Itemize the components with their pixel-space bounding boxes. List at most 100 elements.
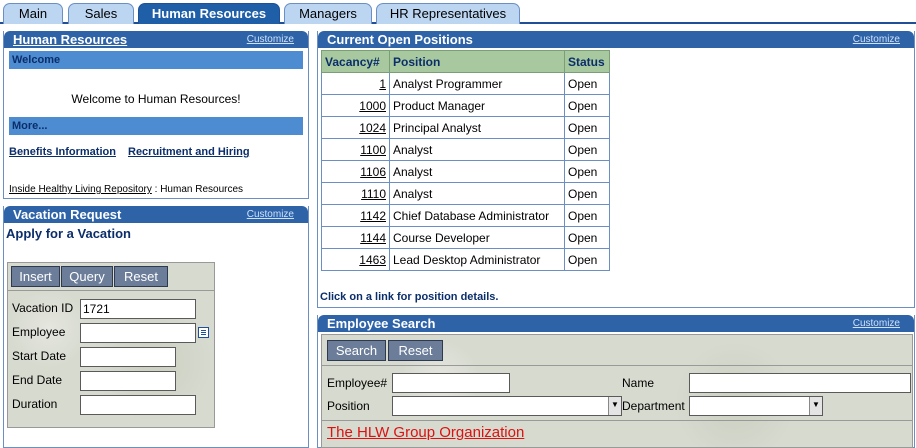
vacation-portlet: Vacation Request Customize Apply for a V… — [3, 206, 309, 448]
table-row: 1144 Course Developer Open — [321, 226, 610, 249]
employee-no-input[interactable] — [392, 373, 510, 393]
hr-customize-link[interactable]: Customize — [247, 34, 294, 46]
position-cell: Lead Desktop Administrator — [389, 248, 565, 271]
status-cell: Open — [564, 138, 610, 161]
query-button[interactable]: Query — [61, 266, 113, 287]
status-cell: Open — [564, 94, 610, 117]
vacancy-link[interactable]: 1024 — [321, 116, 390, 139]
vacancy-link[interactable]: 1144 — [321, 226, 390, 249]
tab-main[interactable]: Main — [3, 3, 63, 24]
welcome-bar: Welcome — [9, 51, 303, 69]
vacation-form: Insert Query Reset Vacation ID 1721 Empl… — [7, 262, 215, 428]
positions-portlet-header: Current Open Positions Customize — [318, 31, 914, 48]
hr-portlet-title[interactable]: Human Resources — [13, 31, 127, 48]
status-cell: Open — [564, 72, 610, 95]
positions-note: Click on a link for position details. — [320, 291, 499, 303]
employee-input[interactable] — [80, 323, 196, 343]
search-portlet-title: Employee Search — [327, 316, 436, 331]
breadcrumb-link[interactable]: Inside Healthy Living Repository — [9, 184, 152, 195]
position-cell: Product Manager — [389, 94, 565, 117]
positions-table: Vacancy# Position Status 1 Analyst Progr… — [321, 50, 610, 271]
duration-input[interactable] — [80, 395, 196, 415]
list-picker-icon[interactable] — [198, 327, 209, 338]
more-bar: More... — [9, 117, 303, 135]
chevron-down-icon[interactable]: ▼ — [608, 397, 621, 415]
employee-label: Employee — [12, 325, 66, 339]
status-cell: Open — [564, 204, 610, 227]
position-cell: Course Developer — [389, 226, 565, 249]
tab-sales[interactable]: Sales — [68, 3, 134, 24]
vacancy-link[interactable]: 1463 — [321, 248, 390, 271]
position-cell: Analyst — [389, 182, 565, 205]
recruitment-link[interactable]: Recruitment and Hiring — [128, 146, 250, 158]
positions-portlet: Current Open Positions Customize Vacancy… — [317, 31, 915, 308]
name-label: Name — [622, 376, 655, 390]
vacancy-link[interactable]: 1000 — [321, 94, 390, 117]
status-cell: Open — [564, 160, 610, 183]
search-footer-divider — [322, 420, 912, 421]
positions-customize-link[interactable]: Customize — [853, 34, 900, 46]
tab-hr-representatives[interactable]: HR Representatives — [376, 3, 520, 24]
position-cell: Analyst — [389, 138, 565, 161]
header-status: Status — [564, 50, 610, 73]
vacancy-link[interactable]: 1110 — [321, 182, 390, 205]
name-input[interactable] — [689, 373, 911, 393]
insert-button[interactable]: Insert — [11, 266, 60, 287]
positions-header-row: Vacancy# Position Status — [321, 50, 610, 73]
vacancy-link[interactable]: 1106 — [321, 160, 390, 183]
hr-portlet: Human Resources Customize Welcome Welcom… — [3, 31, 309, 199]
position-cell: Analyst Programmer — [389, 72, 565, 95]
vacation-portlet-title: Vacation Request — [13, 207, 122, 222]
table-row: 1 Analyst Programmer Open — [321, 72, 610, 95]
status-cell: Open — [564, 182, 610, 205]
table-row: 1000 Product Manager Open — [321, 94, 610, 117]
header-position: Position — [389, 50, 565, 73]
form-divider — [8, 290, 214, 291]
start-date-label: Start Date — [12, 349, 67, 363]
position-cell: Chief Database Administrator — [389, 204, 565, 227]
breadcrumb-separator: : — [154, 184, 158, 195]
status-cell: Open — [564, 226, 610, 249]
position-label: Position — [327, 399, 370, 413]
breadcrumb-current: Human Resources — [160, 184, 244, 195]
search-customize-link[interactable]: Customize — [853, 318, 900, 330]
table-row: 1100 Analyst Open — [321, 138, 610, 161]
search-portlet-header: Employee Search Customize — [318, 315, 914, 332]
end-date-input[interactable] — [80, 371, 176, 391]
breadcrumb: Inside Healthy Living Repository : Human… — [9, 184, 243, 195]
tab-bar: Main Sales Human Resources Managers HR R… — [0, 0, 916, 24]
reset-button[interactable]: Reset — [114, 266, 168, 287]
table-row: 1463 Lead Desktop Administrator Open — [321, 248, 610, 271]
search-form-divider — [322, 365, 912, 366]
vacation-id-label: Vacation ID — [12, 301, 74, 315]
welcome-text: Welcome to Human Resources! — [71, 92, 241, 106]
vacancy-link[interactable]: 1142 — [321, 204, 390, 227]
end-date-label: End Date — [12, 373, 63, 387]
vacancy-link[interactable]: 1 — [321, 72, 390, 95]
table-row: 1142 Chief Database Administrator Open — [321, 204, 610, 227]
position-select[interactable]: ▼ — [392, 396, 622, 416]
search-button[interactable]: Search — [327, 340, 386, 361]
status-cell: Open — [564, 116, 610, 139]
search-reset-button[interactable]: Reset — [388, 340, 443, 361]
vacation-customize-link[interactable]: Customize — [247, 209, 294, 221]
employee-search-portlet: Employee Search Customize Search Reset E… — [317, 315, 915, 448]
status-cell: Open — [564, 248, 610, 271]
vacation-subtitle: Apply for a Vacation — [6, 226, 131, 241]
employee-no-label: Employee# — [327, 376, 388, 390]
chevron-down-icon[interactable]: ▼ — [809, 397, 822, 415]
start-date-input[interactable] — [80, 347, 176, 367]
vacation-portlet-header: Vacation Request Customize — [4, 206, 308, 223]
tab-managers[interactable]: Managers — [284, 3, 372, 24]
search-form: Search Reset Employee# Name Position ▼ D… — [321, 334, 913, 448]
vacation-id-input[interactable]: 1721 — [80, 299, 196, 319]
organization-link[interactable]: The HLW Group Organization — [327, 424, 524, 441]
vacancy-link[interactable]: 1100 — [321, 138, 390, 161]
benefits-link[interactable]: Benefits Information — [9, 146, 116, 158]
table-row: 1106 Analyst Open — [321, 160, 610, 183]
position-cell: Principal Analyst — [389, 116, 565, 139]
header-vacancy: Vacancy# — [321, 50, 390, 73]
department-select[interactable]: ▼ — [689, 396, 823, 416]
duration-label: Duration — [12, 397, 58, 411]
tab-human-resources[interactable]: Human Resources — [138, 3, 280, 24]
